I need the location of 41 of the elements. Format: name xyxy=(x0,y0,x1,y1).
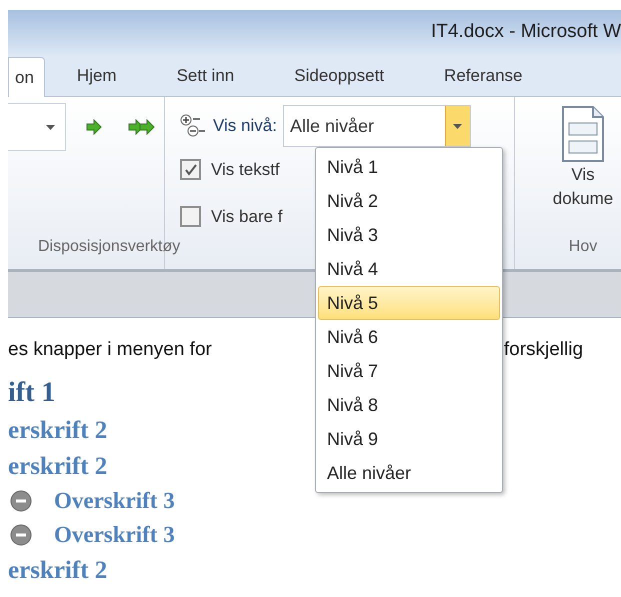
caret-icon xyxy=(46,124,55,130)
group-label: Disposisjonsverktøy xyxy=(38,237,180,257)
expand-collapse-icon xyxy=(179,113,207,139)
menu-item[interactable]: Alle nivåer xyxy=(318,456,500,490)
dropdown-caret-icon xyxy=(453,124,462,128)
menu-item[interactable]: Nivå 1 xyxy=(318,150,500,184)
collapse-icon[interactable] xyxy=(10,524,32,546)
window-title: IT4.docx - Microsoft W xyxy=(430,20,621,44)
ribbon-tab[interactable]: on xyxy=(8,57,45,97)
show-level-combobox[interactable]: Alle nivåer xyxy=(282,105,471,147)
checkbox[interactable] xyxy=(180,159,201,180)
menu-item[interactable]: Nivå 4 xyxy=(318,252,500,286)
button-label: dokume xyxy=(552,188,614,210)
button-label: Vis xyxy=(571,164,595,186)
checkbox[interactable] xyxy=(180,206,201,227)
show-level-label: Vis nivå: xyxy=(213,115,277,138)
menu-item[interactable]: Nivå 3 xyxy=(318,218,500,252)
checkbox-label: Vis bare f xyxy=(211,206,283,228)
ribbon-tab[interactable]: Sideoppsett xyxy=(284,56,394,96)
ribbon-tab[interactable]: Hjem xyxy=(66,56,127,96)
heading: Overskrift 3 xyxy=(54,486,175,515)
menu-item[interactable]: Nivå 5 xyxy=(318,286,500,320)
collapse-icon[interactable] xyxy=(10,490,32,512)
ribbon-tab[interactable]: Sett inn xyxy=(166,56,244,96)
menu-item[interactable]: Nivå 9 xyxy=(318,422,500,456)
group-label: Hov xyxy=(568,237,598,257)
body-text: es knapper i menyen for xyxy=(8,338,212,362)
body-text: forskjellig xyxy=(504,338,584,362)
checkmark-icon xyxy=(184,164,196,176)
menu-item[interactable]: Nivå 7 xyxy=(318,354,500,388)
heading: erskrift 2 xyxy=(8,557,108,584)
heading: Overskrift 3 xyxy=(54,520,175,549)
menu-item[interactable]: Nivå 8 xyxy=(318,388,500,422)
document-icon[interactable] xyxy=(561,105,605,163)
menu-item[interactable]: Nivå 6 xyxy=(318,320,500,354)
checkbox-label: Vis tekstf xyxy=(211,159,280,181)
ribbon-tab[interactable]: Referanse xyxy=(434,56,532,96)
heading: erskrift 2 xyxy=(8,453,108,480)
menu-item[interactable]: Nivå 2 xyxy=(318,184,500,218)
heading: ift 1 xyxy=(8,377,56,408)
heading: erskrift 2 xyxy=(8,417,108,444)
